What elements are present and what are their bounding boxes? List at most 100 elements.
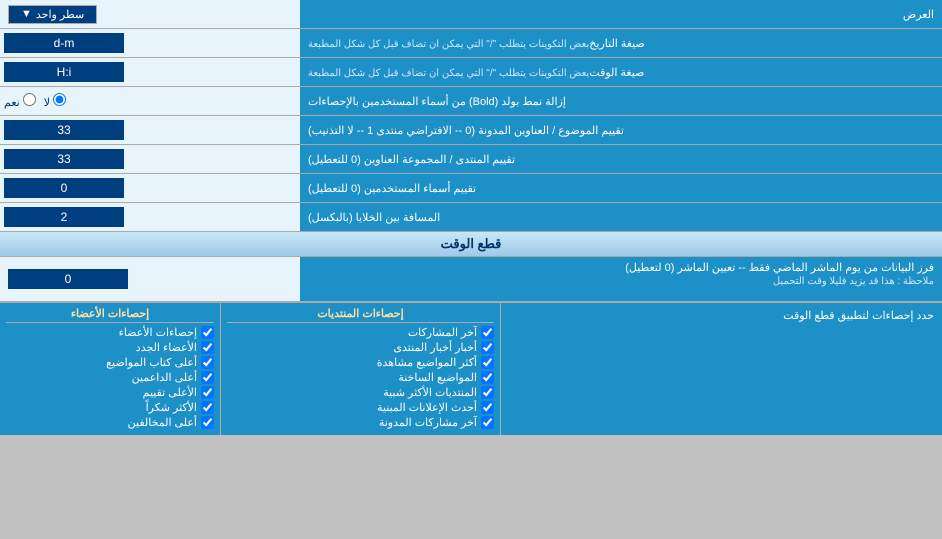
topic-titles-row: تقييم الموضوع / العناوين المدونة (0 -- ا… xyxy=(0,116,942,145)
forum-group-input[interactable] xyxy=(4,149,124,169)
checkbox-most-viewed-label: أكثر المواضيع مشاهدة xyxy=(377,356,477,369)
cell-spacing-main-label: المسافة بين الخلايا (بالبكسل) xyxy=(308,211,440,224)
checkbox-item: أعلى المخالفين xyxy=(6,416,214,429)
checkbox-top-rated[interactable] xyxy=(201,386,214,399)
checkbox-latest-news-label: أحدث الإعلانات المبنية xyxy=(377,401,477,414)
checkbox-top-rated-label: الأعلى تقييم xyxy=(143,386,197,399)
checkbox-top-violators-label: أعلى المخالفين xyxy=(128,416,197,429)
checkbox-hot-topics[interactable] xyxy=(481,371,494,384)
topic-titles-input-area xyxy=(0,116,300,144)
checkbox-most-thankful-label: الأكثر شكراً xyxy=(146,401,197,414)
forum-stats-header: إحصاءات المنتديات xyxy=(227,307,494,323)
cell-spacing-row: المسافة بين الخلايا (بالبكسل) xyxy=(0,203,942,232)
checkbox-top-posters[interactable] xyxy=(201,356,214,369)
checkbox-top-posters-label: أعلى كتاب المواضيع xyxy=(106,356,197,369)
checkbox-item: المواضيع الساخنة xyxy=(227,371,494,384)
user-names-label: تقييم أسماء المستخدمين (0 للتعطيل) xyxy=(300,174,942,202)
cut-time-limit-label: حدد إحصاءات لتطبيق قطع الوقت xyxy=(783,310,934,322)
cell-spacing-input-area xyxy=(0,203,300,231)
checkbox-member-stats[interactable] xyxy=(201,326,214,339)
main-container: العرض سطر واحد ▼ صيغة التاريخ بعض التكوي… xyxy=(0,0,942,435)
header-label: العرض xyxy=(300,4,942,25)
date-format-sublabel: بعض التكوينات يتطلب "/" التي يمكن ان تضا… xyxy=(308,39,589,50)
member-stats-area: إحصاءات الأعضاء إحصاءات الأعضاء الأعضاء … xyxy=(0,303,220,435)
checkbox-item: آخر المشاركات xyxy=(227,326,494,339)
bold-remove-label: إزالة نمط بولد (Bold) من أسماء المستخدمي… xyxy=(300,87,942,115)
checkbox-top-donors[interactable] xyxy=(201,371,214,384)
checkbox-item: إحصاءات الأعضاء xyxy=(6,326,214,339)
cell-spacing-label: المسافة بين الخلايا (بالبكسل) xyxy=(300,203,942,231)
user-names-input[interactable] xyxy=(4,178,124,198)
cut-time-limit-area: حدد إحصاءات لتطبيق قطع الوقت xyxy=(500,303,942,435)
checkbox-new-members[interactable] xyxy=(201,341,214,354)
time-format-input[interactable] xyxy=(4,62,124,82)
cut-time-row: فرز البيانات من يوم الماشر الماضي فقط --… xyxy=(0,257,942,302)
member-stats-header: إحصاءات الأعضاء xyxy=(6,307,214,323)
time-format-sublabel: بعض التكوينات يتطلب "/" التي يمكن ان تضا… xyxy=(308,68,589,79)
checkbox-blog-posts-label: آخر مشاركات المدونة xyxy=(379,416,477,429)
cut-time-header-label: قطع الوقت xyxy=(441,236,502,251)
checkbox-blog-posts[interactable] xyxy=(481,416,494,429)
date-format-row: صيغة التاريخ بعض التكوينات يتطلب "/" الت… xyxy=(0,29,942,58)
bottom-section: حدد إحصاءات لتطبيق قطع الوقت إحصاءات الم… xyxy=(0,302,942,435)
forum-group-input-area xyxy=(0,145,300,173)
forum-group-row: تقييم المنتدى / المجموعة العناوين (0 للت… xyxy=(0,145,942,174)
user-names-input-area xyxy=(0,174,300,202)
checkbox-item: الأعلى تقييم xyxy=(6,386,214,399)
time-format-main-label: صيغة الوقت xyxy=(589,66,644,79)
checkbox-new-members-label: الأعضاء الجدد xyxy=(136,341,197,354)
date-format-label: صيغة التاريخ بعض التكوينات يتطلب "/" الت… xyxy=(300,29,942,57)
checkbox-latest-news[interactable] xyxy=(481,401,494,414)
cell-spacing-input[interactable] xyxy=(4,207,124,227)
checkbox-item: أعلى الداعمين xyxy=(6,371,214,384)
checkbox-item: أحدث الإعلانات المبنية xyxy=(227,401,494,414)
checkbox-most-thankful[interactable] xyxy=(201,401,214,414)
checkbox-item: أعلى كتاب المواضيع xyxy=(6,356,214,369)
header-input-area: سطر واحد ▼ xyxy=(0,0,300,28)
checkbox-last-posts-label: آخر المشاركات xyxy=(408,326,477,339)
date-format-main-label: صيغة التاريخ xyxy=(589,37,644,50)
bold-remove-main-label: إزالة نمط بولد (Bold) من أسماء المستخدمي… xyxy=(308,95,566,108)
checkbox-forum-news-label: أخبار أخبار المنتدى xyxy=(393,341,477,354)
checkbox-most-viewed[interactable] xyxy=(481,356,494,369)
bold-radio-no-label: لا xyxy=(44,93,66,109)
dropdown-label: سطر واحد xyxy=(36,8,84,21)
checkbox-last-posts[interactable] xyxy=(481,326,494,339)
checkbox-top-violators[interactable] xyxy=(201,416,214,429)
cut-time-main-label: فرز البيانات من يوم الماشر الماضي فقط --… xyxy=(625,262,934,274)
checkbox-item: الأعضاء الجدد xyxy=(6,341,214,354)
checkbox-item: المنتديات الأكثر شبية xyxy=(227,386,494,399)
topic-titles-label: تقييم الموضوع / العناوين المدونة (0 -- ا… xyxy=(300,116,942,144)
time-format-label: صيغة الوقت بعض التكوينات يتطلب "/" التي … xyxy=(300,58,942,86)
date-format-input-area xyxy=(0,29,300,57)
cut-time-sublabel: ملاحظة : هذا قد يزيد قليلا وقت التحميل xyxy=(308,276,934,287)
checkbox-hot-topics-label: المواضيع الساخنة xyxy=(398,371,477,384)
topic-titles-input[interactable] xyxy=(4,120,124,140)
bold-radio-yes[interactable] xyxy=(23,93,36,106)
topic-titles-main-label: تقييم الموضوع / العناوين المدونة (0 -- ا… xyxy=(308,124,624,137)
checkbox-item: الأكثر شكراً xyxy=(6,401,214,414)
dropdown-button[interactable]: سطر واحد ▼ xyxy=(8,5,97,24)
header-row: العرض سطر واحد ▼ xyxy=(0,0,942,29)
cut-time-input[interactable] xyxy=(8,269,128,289)
bold-radio-no[interactable] xyxy=(53,93,66,106)
user-names-row: تقييم أسماء المستخدمين (0 للتعطيل) xyxy=(0,174,942,203)
checkbox-similar-forums[interactable] xyxy=(481,386,494,399)
checkbox-forum-news[interactable] xyxy=(481,341,494,354)
cut-time-row-label: فرز البيانات من يوم الماشر الماضي فقط --… xyxy=(300,257,942,301)
date-format-input[interactable] xyxy=(4,33,124,53)
cut-time-input-area xyxy=(0,257,300,301)
checkbox-member-stats-label: إحصاءات الأعضاء xyxy=(119,326,197,339)
checkbox-similar-forums-label: المنتديات الأكثر شبية xyxy=(383,386,477,399)
forum-stats-area: إحصاءات المنتديات آخر المشاركات أخبار أخ… xyxy=(220,303,500,435)
bold-remove-input-area: لا نعم xyxy=(0,87,300,115)
time-format-input-area xyxy=(0,58,300,86)
checkbox-item: آخر مشاركات المدونة xyxy=(227,416,494,429)
time-format-row: صيغة الوقت بعض التكوينات يتطلب "/" التي … xyxy=(0,58,942,87)
checkbox-item: أكثر المواضيع مشاهدة xyxy=(227,356,494,369)
bold-radio-group: لا نعم xyxy=(4,93,66,109)
bold-radio-yes-label: نعم xyxy=(4,93,36,109)
forum-group-main-label: تقييم المنتدى / المجموعة العناوين (0 للت… xyxy=(308,153,515,166)
checkbox-top-donors-label: أعلى الداعمين xyxy=(132,371,197,384)
checkbox-item: أخبار أخبار المنتدى xyxy=(227,341,494,354)
